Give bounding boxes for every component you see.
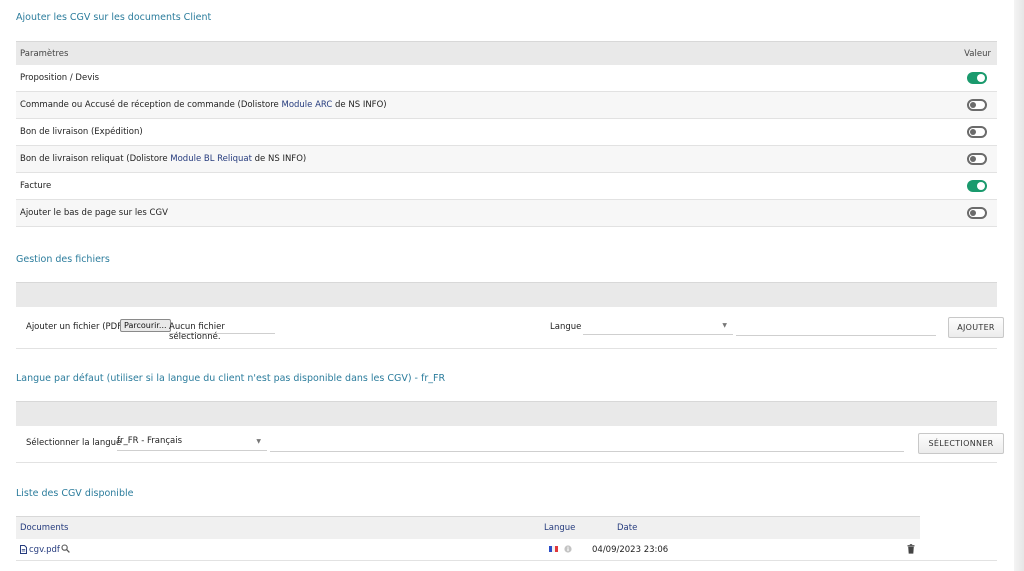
settings-row-text: Bon de livraison (Expédition) [20,127,143,137]
default-lang-form: Sélectionner la langue fr_FR - Français … [16,401,1004,463]
settings-row-text: Facture [20,181,52,191]
settings-row-text: Bon de livraison reliquat (Dolistore [20,154,171,164]
settings-row-label: Commande ou Accusé de réception de comma… [20,100,387,110]
divider [270,451,904,452]
toggle-off-icon[interactable] [967,207,987,219]
settings-row-label: Bon de livraison reliquat (Dolistore Mod… [20,154,306,164]
settings-row-text: Commande ou Accusé de réception de comma… [20,100,282,110]
settings-row: Proposition / Devis [16,65,997,92]
select-button[interactable]: SÉLECTIONNER [918,433,1004,454]
langue-label: Langue [550,322,582,332]
default-lang-row: Sélectionner la langue fr_FR - Français … [16,426,1004,463]
default-lang-select[interactable]: fr_FR - Français ▼ [117,436,267,451]
zoom-icon[interactable] [61,544,70,553]
page-scrollbar[interactable] [1014,0,1024,571]
chevron-down-icon: ▼ [722,322,727,329]
toggle-off-icon[interactable] [967,99,987,111]
langue-select[interactable]: ▼ [583,320,733,335]
settings-table: Paramètres Valeur Proposition / Devis Com… [16,41,997,227]
col-langue[interactable]: Langue [544,523,575,533]
dolistore-module-link[interactable]: Module BL Reliquat [170,154,252,164]
toggle-off-icon[interactable] [967,126,987,138]
settings-row-label: Facture [20,181,51,191]
settings-row: Commande ou Accusé de réception de comma… [16,92,997,119]
header-valeur: Valeur [964,48,991,59]
upload-label: Ajouter un fichier (PDF) [26,322,126,332]
toggle-on-icon[interactable] [967,72,987,84]
trash-icon[interactable] [907,544,915,554]
cgv-list-header: Documents Langue Date [16,516,920,539]
header-parametres: Paramètres [20,48,69,59]
file-upload-row: Ajouter un fichier (PDF) Parcourir... Au… [16,307,1004,349]
section-title-files: Gestion des fichiers [16,254,110,265]
chevron-down-icon: ▼ [256,438,261,445]
file-link[interactable]: cgv.pdf [29,545,60,555]
settings-row-text-suffix: de NS INFO) [332,100,387,110]
settings-row: Bon de livraison reliquat (Dolistore Mod… [16,146,997,173]
settings-row-label: Bon de livraison (Expédition) [20,127,143,137]
settings-row-label: Ajouter le bas de page sur les CGV [20,208,168,218]
section-title-list: Liste des CGV disponible [16,488,134,499]
settings-row-text-suffix: de NS INFO) [251,154,307,164]
section-title-default-lang: Langue par défaut (utiliser si la langue… [16,373,446,384]
files-header-bar [16,282,997,307]
flag-fr-icon [549,546,558,552]
settings-row: Ajouter le bas de page sur les CGV [16,200,997,227]
select-lang-label: Sélectionner la langue [26,438,122,448]
divider [736,335,936,336]
dolistore-module-link[interactable]: Module ARC [281,100,332,110]
files-form: Ajouter un fichier (PDF) Parcourir... Au… [16,282,1004,349]
settings-table-header: Paramètres Valeur [16,41,997,65]
pdf-file-icon [20,545,27,554]
section-title-cgv: Ajouter les CGV sur les documents Client [16,12,212,23]
col-date[interactable]: Date [617,523,637,533]
default-lang-select-value: fr_FR - Français [117,436,183,446]
add-button[interactable]: AJOUTER [948,317,1004,338]
settings-row: Bon de livraison (Expédition) [16,119,997,146]
file-date: 04/09/2023 23:06 [592,545,669,555]
settings-row-text: Proposition / Devis [20,73,100,83]
settings-row: Facture [16,173,997,200]
settings-row-label: Proposition / Devis [20,73,99,83]
toggle-off-icon[interactable] [967,153,987,165]
settings-row-text: Ajouter le bas de page sur les CGV [20,208,168,218]
browse-button[interactable]: Parcourir... [120,319,171,332]
file-name-display: Aucun fichier sélectionné. [169,322,275,342]
toggle-on-icon[interactable] [967,180,987,192]
default-lang-header-bar [16,401,997,426]
col-documents[interactable]: Documents [20,523,68,533]
info-icon[interactable] [564,545,572,553]
cgv-list-row: cgv.pdf 04/09/2023 23:06 [16,539,997,561]
